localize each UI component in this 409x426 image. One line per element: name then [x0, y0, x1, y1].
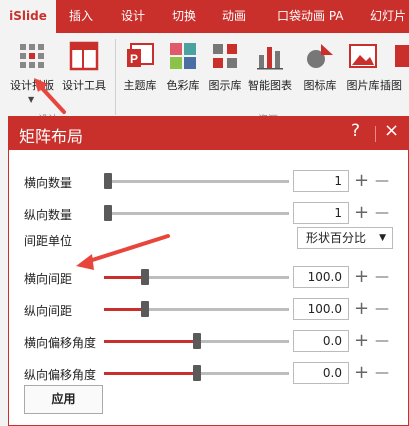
grid-icon [20, 44, 44, 68]
close-icon[interactable]: × [384, 120, 399, 141]
row-label: 横向数量 [24, 176, 73, 190]
theme-library-icon: P [127, 43, 154, 67]
ribbon-body: 设计排版 ▼ 设计工具 P 主题库 色彩库 图示库 智能图表 图标库 图片库 插… [0, 33, 409, 126]
slider-thumb[interactable] [192, 365, 201, 381]
increment-icon[interactable]: + [354, 172, 369, 190]
value-input[interactable]: 1 [293, 170, 349, 192]
tab-islide[interactable]: iSlide [0, 0, 56, 33]
decrement-icon[interactable]: — [375, 364, 389, 382]
slider-thumb[interactable] [104, 205, 112, 221]
value-input[interactable]: 0.0 [293, 330, 349, 352]
spacing-unit-label: 间距单位 [24, 234, 73, 248]
slider-track[interactable] [104, 180, 289, 183]
row-label: 横向偏移角度 [24, 336, 97, 350]
tab-slideshow[interactable]: 幻灯片 [370, 0, 406, 33]
row-label: 纵向数量 [24, 208, 73, 222]
slider-thumb[interactable] [140, 301, 149, 317]
decrement-icon[interactable]: — [375, 172, 389, 190]
increment-icon[interactable]: + [354, 364, 369, 382]
slider-fill [104, 340, 197, 343]
tab-animations[interactable]: 动画 [222, 0, 246, 33]
layout-window-icon [69, 41, 99, 71]
image-library-button[interactable]: 图片库 [343, 39, 383, 109]
slider-track[interactable] [104, 276, 289, 279]
icon-library-button[interactable]: 图标库 [300, 39, 340, 109]
icon-library-icon [307, 44, 333, 68]
dialog-title: 矩阵布局 [19, 127, 84, 146]
diagram-library-button[interactable]: 图示库 [205, 39, 245, 109]
slider-thumb[interactable] [104, 173, 112, 189]
design-tools-label: 设计工具 [62, 79, 106, 92]
increment-icon[interactable]: + [354, 268, 369, 286]
theme-library-button[interactable]: P 主题库 [120, 39, 160, 109]
value-input[interactable]: 100.0 [293, 266, 349, 288]
spacing-unit-value: 形状百分比 [306, 231, 367, 245]
tab-pocket-animation[interactable]: 口袋动画 PA [277, 0, 344, 33]
design-tools-button[interactable]: 设计工具 [62, 39, 106, 109]
illustration-button[interactable]: 插图 [380, 39, 409, 109]
design-layout-label: 设计排版 [10, 79, 54, 92]
value-input[interactable]: 0.0 [293, 362, 349, 384]
apply-button[interactable]: 应用 [24, 385, 103, 414]
slider-fill [104, 308, 145, 311]
row-label: 纵向偏移角度 [24, 368, 97, 382]
smart-chart-icon [257, 47, 283, 70]
illustration-label: 插图 [380, 79, 402, 92]
increment-icon[interactable]: + [354, 300, 369, 318]
decrement-icon[interactable]: — [375, 332, 389, 350]
image-library-icon [349, 44, 377, 68]
help-icon[interactable]: ? [351, 121, 360, 141]
tab-insert[interactable]: 插入 [69, 0, 93, 33]
decrement-icon[interactable]: — [375, 300, 389, 318]
app-window: iSlide 插入 设计 切换 动画 口袋动画 PA 幻灯片 设计排版 ▼ 设计… [0, 0, 409, 426]
chevron-down-icon[interactable]: ▼ [28, 95, 34, 104]
color-library-icon [170, 43, 196, 69]
chevron-down-icon: ▼ [379, 233, 386, 243]
slider-fill [104, 276, 145, 279]
decrement-icon[interactable]: — [375, 204, 389, 222]
slider-thumb[interactable] [192, 333, 201, 349]
slider-track[interactable] [104, 308, 289, 311]
row-label: 纵向间距 [24, 304, 73, 318]
diagram-library-icon [213, 44, 237, 68]
design-layout-button[interactable]: 设计排版 ▼ [10, 39, 54, 109]
increment-icon[interactable]: + [354, 204, 369, 222]
color-library-button[interactable]: 色彩库 [163, 39, 203, 109]
tab-transitions[interactable]: 切换 [172, 0, 196, 33]
smart-chart-button[interactable]: 智能图表 [248, 39, 292, 109]
tab-design[interactable]: 设计 [121, 0, 145, 33]
dialog-title-bar[interactable]: 矩阵布局 ? × [9, 117, 408, 150]
svg-text:P: P [130, 52, 138, 66]
decrement-icon[interactable]: — [375, 268, 389, 286]
slider-fill [104, 372, 197, 375]
spacing-unit-select[interactable]: 形状百分比 ▼ [297, 227, 393, 249]
slider-track[interactable] [104, 212, 289, 215]
slider-thumb[interactable] [140, 269, 149, 285]
illustration-icon [395, 45, 409, 67]
value-input[interactable]: 1 [293, 202, 349, 224]
ribbon-tab-bar: iSlide 插入 设计 切换 动画 口袋动画 PA 幻灯片 [0, 0, 409, 33]
row-label: 横向间距 [24, 272, 73, 286]
value-input[interactable]: 100.0 [293, 298, 349, 320]
increment-icon[interactable]: + [354, 332, 369, 350]
matrix-layout-dialog: 矩阵布局 ? × 横向数量 1 + — 纵向数量 1 + — 横向间距 100.0 + — 纵向间距 10… [8, 116, 409, 426]
